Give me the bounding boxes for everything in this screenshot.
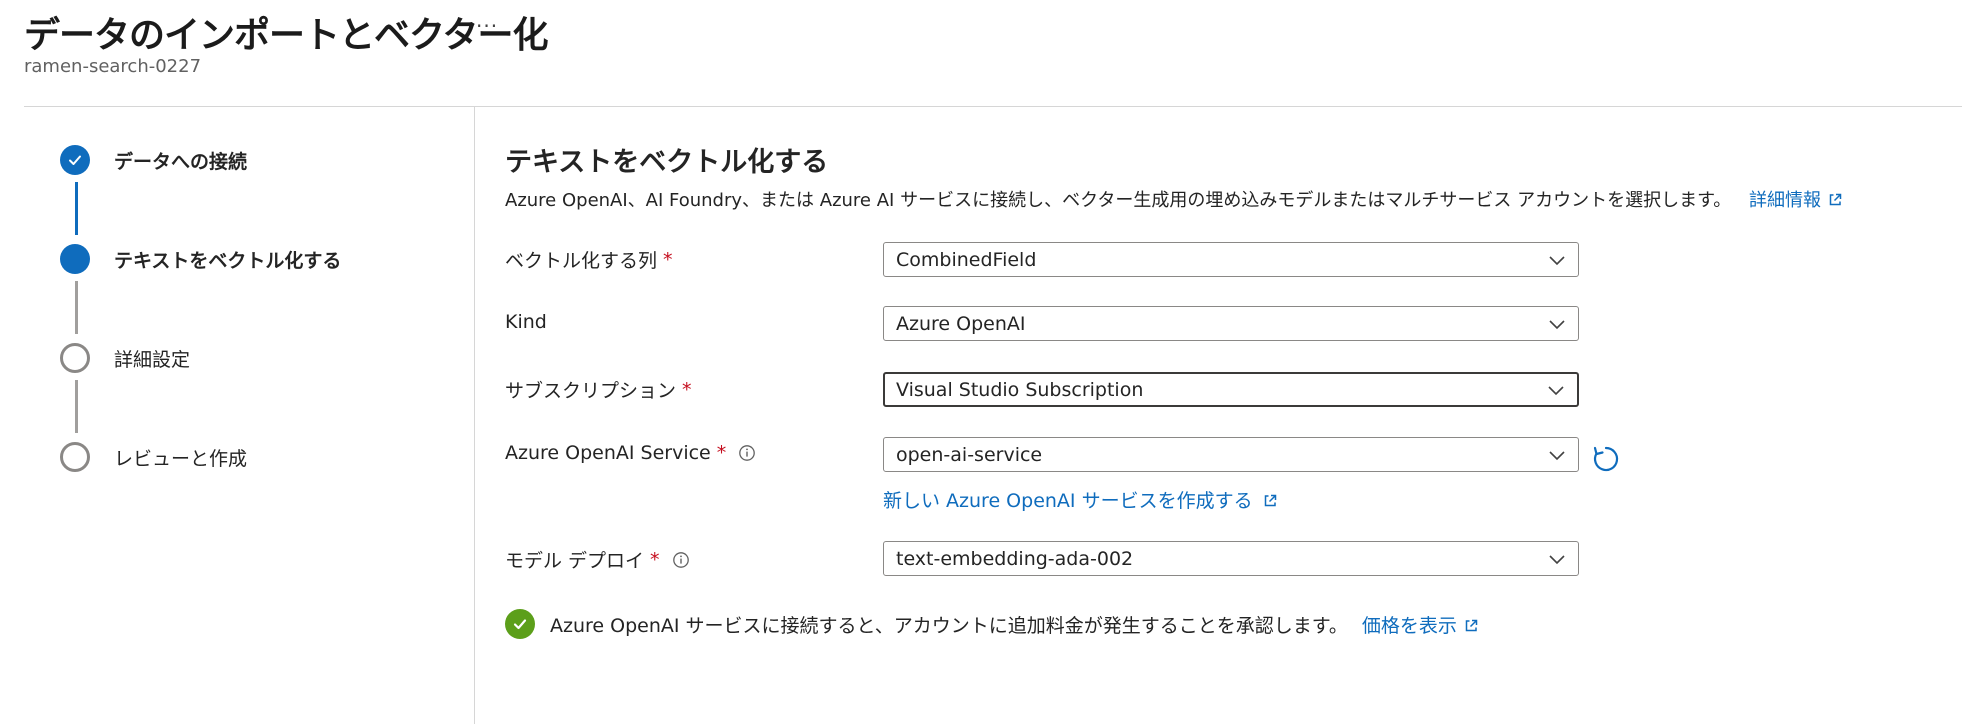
chevron-down-icon: [1549, 450, 1565, 460]
required-indicator: *: [663, 248, 673, 271]
step-connector: [75, 182, 78, 235]
dropdown-value: CombinedField: [896, 248, 1037, 271]
kind-dropdown[interactable]: Azure OpenAI: [883, 306, 1579, 341]
section-description: Azure OpenAI、AI Foundry、または Azure AI サービ…: [505, 186, 1843, 212]
section-title: テキストをベクトル化する: [505, 147, 829, 178]
acknowledge-text: Azure OpenAI サービスに接続すると、アカウントに追加料金が発生するこ…: [550, 614, 1348, 637]
external-link-icon: [1465, 619, 1478, 631]
dropdown-value: text-embedding-ada-002: [896, 547, 1134, 570]
page-subtitle: ramen-search-0227: [24, 56, 202, 77]
acknowledge-check-icon[interactable]: [505, 609, 535, 639]
page-title: データのインポートとベクター化: [24, 15, 549, 56]
step-label: 詳細設定: [114, 348, 191, 371]
step-connector: [75, 281, 78, 334]
required-indicator: *: [682, 378, 692, 401]
deployment-dropdown[interactable]: text-embedding-ada-002: [883, 541, 1579, 576]
info-icon[interactable]: [672, 551, 690, 569]
create-openai-service-link[interactable]: 新しい Azure OpenAI サービスを作成する: [883, 486, 1278, 513]
column-dropdown[interactable]: CombinedField: [883, 242, 1579, 277]
chevron-down-icon: [1549, 554, 1565, 564]
external-link-icon: [1829, 193, 1842, 206]
learn-more-label: 詳細情報: [1749, 190, 1821, 211]
step-completed-check-icon: [60, 145, 90, 175]
subscription-field-label: サブスクリプション *: [505, 376, 692, 403]
sidebar-divider: [474, 107, 475, 724]
view-pricing-link[interactable]: 価格を表示: [1362, 611, 1479, 638]
deployment-field-label: モデル デプロイ *: [505, 546, 690, 573]
chevron-down-icon: [1549, 319, 1565, 329]
pricing-label: 価格を表示: [1361, 614, 1457, 637]
chevron-down-icon: [1549, 255, 1565, 265]
kind-field-label: Kind: [505, 311, 547, 333]
more-options-button[interactable]: ···: [476, 14, 498, 38]
header-divider: [24, 106, 1962, 107]
learn-more-link[interactable]: 詳細情報: [1749, 190, 1843, 211]
refresh-icon[interactable]: [1590, 443, 1622, 475]
service-field-label: Azure OpenAI Service *: [505, 442, 756, 464]
dropdown-value: open-ai-service: [896, 443, 1043, 466]
step-label: テキストをベクトル化する: [114, 249, 342, 272]
dropdown-value: Azure OpenAI: [896, 312, 1026, 335]
required-indicator: *: [716, 442, 727, 464]
step-pending-icon: [60, 343, 90, 373]
step-vectorize-text[interactable]: テキストをベクトル化する: [60, 244, 341, 274]
description-text: Azure OpenAI、AI Foundry、または Azure AI サービ…: [505, 190, 1732, 211]
step-review-create[interactable]: レビューと作成: [60, 442, 247, 472]
info-icon[interactable]: [738, 444, 756, 462]
field-label-text: サブスクリプション: [505, 380, 677, 402]
column-field-label: ベクトル化する列 *: [505, 246, 673, 273]
step-label: データへの接続: [114, 150, 248, 173]
dropdown-value: Visual Studio Subscription: [896, 378, 1144, 401]
step-connector: [75, 380, 78, 433]
chevron-down-icon: [1548, 385, 1564, 395]
step-current-icon: [60, 244, 90, 274]
field-label-text: Kind: [505, 311, 547, 333]
field-label-text: ベクトル化する列: [505, 250, 658, 272]
external-link-icon: [1264, 494, 1276, 507]
step-label: レビューと作成: [114, 447, 248, 470]
required-indicator: *: [650, 548, 660, 571]
field-label-text: Azure OpenAI Service: [505, 442, 711, 464]
service-dropdown[interactable]: open-ai-service: [883, 437, 1579, 472]
create-service-label: 新しい Azure OpenAI サービスを作成する: [883, 490, 1253, 512]
field-label-text: モデル デプロイ: [505, 550, 645, 572]
step-pending-icon: [60, 442, 90, 472]
step-advanced-settings[interactable]: 詳細設定: [60, 343, 190, 373]
subscription-dropdown[interactable]: Visual Studio Subscription: [883, 372, 1579, 407]
cost-acknowledgement: Azure OpenAI サービスに接続すると、アカウントに追加料金が発生するこ…: [505, 609, 1479, 639]
step-connect-data[interactable]: データへの接続: [60, 145, 247, 175]
